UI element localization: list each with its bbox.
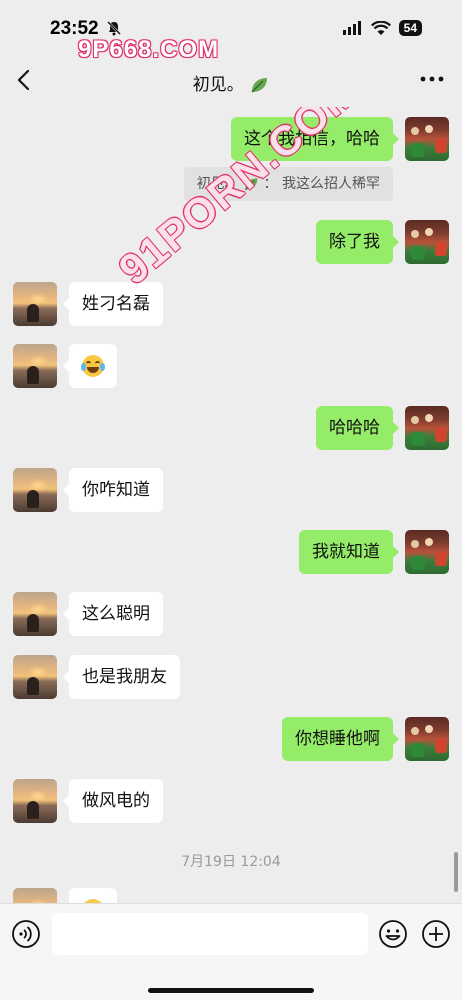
leaf-icon <box>251 78 268 93</box>
home-indicator[interactable] <box>148 988 314 993</box>
message-bubble-incoming[interactable] <box>63 344 117 388</box>
avatar-contact[interactable] <box>13 779 57 823</box>
avatar-contact[interactable] <box>13 282 57 326</box>
message-bubble-outgoing[interactable]: 除了我 <box>316 220 399 264</box>
message-bubble-outgoing[interactable]: 你想睡他啊 <box>282 717 399 761</box>
message-timestamp: 7月19日 12:04 <box>181 854 281 870</box>
more-icon[interactable] <box>420 74 444 84</box>
chat-title: 初见。 <box>0 70 462 95</box>
chat-header: 初见。 <box>0 52 462 107</box>
scrollbar[interactable] <box>454 852 458 892</box>
message-bubble-incoming[interactable] <box>69 888 117 903</box>
message-input[interactable] <box>52 913 368 955</box>
avatar-contact[interactable] <box>13 888 57 903</box>
voice-input-icon[interactable] <box>11 919 41 949</box>
avatar-contact[interactable] <box>13 468 57 512</box>
message-bubble-incoming[interactable]: 做风电的 <box>63 779 163 823</box>
message-bubble-outgoing[interactable]: 我就知道 <box>299 530 399 574</box>
signal-icon <box>342 21 361 35</box>
joy-emoji-icon <box>81 355 105 377</box>
emoji-icon[interactable] <box>378 919 408 949</box>
avatar-self[interactable] <box>405 406 449 450</box>
quoted-text: 我这么招人稀罕 <box>282 176 380 192</box>
message-bubble-incoming[interactable]: 也是我朋友 <box>63 655 180 699</box>
avatar-self[interactable] <box>405 530 449 574</box>
avatar-contact[interactable] <box>13 344 57 388</box>
wifi-icon <box>370 21 391 35</box>
avatar-self[interactable] <box>405 220 449 264</box>
message-bubble-outgoing[interactable]: 哈哈哈 <box>316 406 399 450</box>
plus-icon[interactable] <box>421 919 451 949</box>
chat-title-text: 初见。 <box>192 75 244 95</box>
message-bubble-incoming[interactable]: 你咋知道 <box>63 468 163 512</box>
message-bubble-incoming[interactable]: 姓刁名磊 <box>63 282 163 326</box>
avatar-contact[interactable] <box>13 592 57 636</box>
input-bar <box>0 903 462 1000</box>
avatar-contact[interactable] <box>13 655 57 699</box>
battery-indicator: 54 <box>398 20 422 36</box>
message-bubble-incoming[interactable]: 这么聪明 <box>63 592 163 636</box>
status-bar: 23:52 54 9P668.COM <box>0 0 462 63</box>
chat-message-list[interactable]: 这个我相信，哈哈 初见。 ： 我这么招人稀罕 除了我 姓刁名磊 哈哈哈 你咋知道… <box>0 107 462 903</box>
avatar-self[interactable] <box>405 117 449 161</box>
bell-muted-icon <box>107 21 121 36</box>
avatar-self[interactable] <box>405 717 449 761</box>
